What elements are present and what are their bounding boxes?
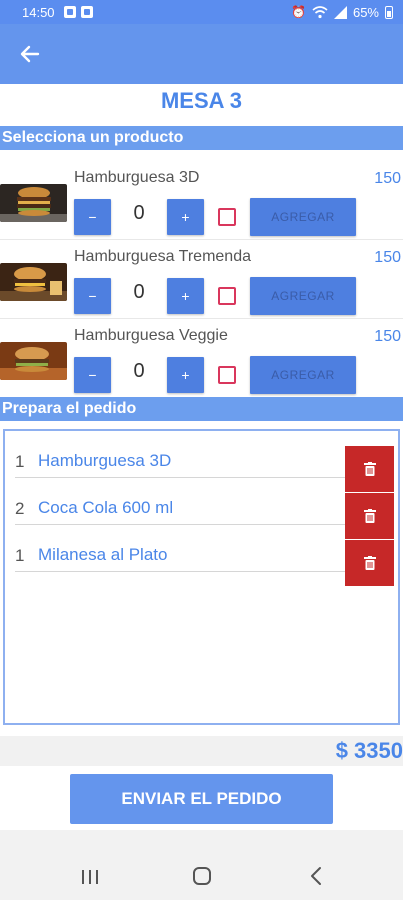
product-image	[0, 184, 67, 222]
decrement-button[interactable]: −	[74, 199, 111, 235]
trash-icon	[363, 556, 376, 570]
order-list[interactable]: 1 Hamburguesa 3D 2 Coca Cola 600 ml 1 Mi…	[3, 429, 400, 725]
home-icon[interactable]	[193, 867, 211, 885]
product-name: Hamburguesa Tremenda	[74, 248, 251, 265]
wifi-icon	[312, 6, 328, 19]
status-time: 14:50	[22, 5, 55, 20]
notification-icon	[64, 6, 76, 18]
order-item-qty: 1	[15, 546, 25, 565]
status-bar: 14:50 ⏰ 65%	[0, 0, 403, 24]
section-header-select-product: Selecciona un producto	[0, 126, 403, 150]
increment-button[interactable]: +	[167, 357, 204, 393]
product-row: Hamburguesa 3D 150 − 0 + AGREGAR	[0, 164, 403, 240]
product-list: Hamburguesa 3D 150 − 0 + AGREGAR Hamburg…	[0, 164, 403, 398]
order-item: 1 Milanesa al Plato	[15, 525, 394, 586]
product-name: Hamburguesa Veggie	[74, 327, 228, 344]
notification-icons	[64, 6, 93, 18]
order-item: 1 Hamburguesa 3D	[15, 431, 394, 492]
send-order-button[interactable]: ENVIAR EL PEDIDO	[70, 774, 333, 824]
product-image	[0, 263, 67, 301]
status-right: ⏰ 65%	[291, 5, 393, 20]
delete-item-button[interactable]	[345, 540, 394, 586]
product-name: Hamburguesa 3D	[74, 169, 200, 186]
product-image	[0, 342, 67, 380]
increment-button[interactable]: +	[167, 278, 204, 314]
product-price: 150	[374, 170, 401, 187]
add-button[interactable]: AGREGAR	[250, 198, 356, 236]
order-item-name: Milanesa al Plato	[38, 545, 168, 564]
quantity-value: 0	[133, 202, 145, 224]
battery-icon	[385, 6, 393, 19]
decrement-button[interactable]: −	[74, 357, 111, 393]
arrow-left-icon[interactable]	[16, 40, 44, 68]
page-title: MESA 3	[160, 88, 243, 113]
quantity-value: 0	[133, 281, 145, 303]
increment-button[interactable]: +	[167, 199, 204, 235]
product-row: Hamburguesa Veggie 150 − 0 + AGREGAR	[0, 322, 403, 398]
product-row: Hamburguesa Tremenda 150 − 0 + AGREGAR	[0, 243, 403, 319]
chevron-left-icon[interactable]	[309, 866, 323, 886]
battery-percent: 65%	[352, 5, 379, 20]
order-item-qty: 2	[15, 499, 25, 518]
order-item-qty: 1	[15, 452, 25, 471]
quantity-value: 0	[133, 360, 145, 382]
product-price: 150	[374, 328, 401, 345]
system-nav-bar	[0, 830, 403, 900]
add-button[interactable]: AGREGAR	[250, 277, 356, 315]
section-header-prepare-order: Prepara el pedido	[0, 397, 403, 421]
trash-icon	[363, 509, 376, 523]
recents-icon[interactable]	[82, 870, 98, 884]
order-total: $ 3350	[335, 738, 403, 763]
order-item: 2 Coca Cola 600 ml	[15, 478, 394, 539]
signal-icon	[333, 6, 347, 19]
order-item-name: Hamburguesa 3D	[38, 451, 172, 470]
alarm-icon: ⏰	[291, 5, 306, 19]
product-checkbox[interactable]	[218, 366, 236, 384]
notification-icon	[81, 6, 93, 18]
app-bar	[0, 24, 403, 84]
order-item-name: Coca Cola 600 ml	[38, 498, 174, 517]
add-button[interactable]: AGREGAR	[250, 356, 356, 394]
trash-icon	[363, 462, 376, 476]
product-price: 150	[374, 249, 401, 266]
product-checkbox[interactable]	[218, 287, 236, 305]
decrement-button[interactable]: −	[74, 278, 111, 314]
product-checkbox[interactable]	[218, 208, 236, 226]
